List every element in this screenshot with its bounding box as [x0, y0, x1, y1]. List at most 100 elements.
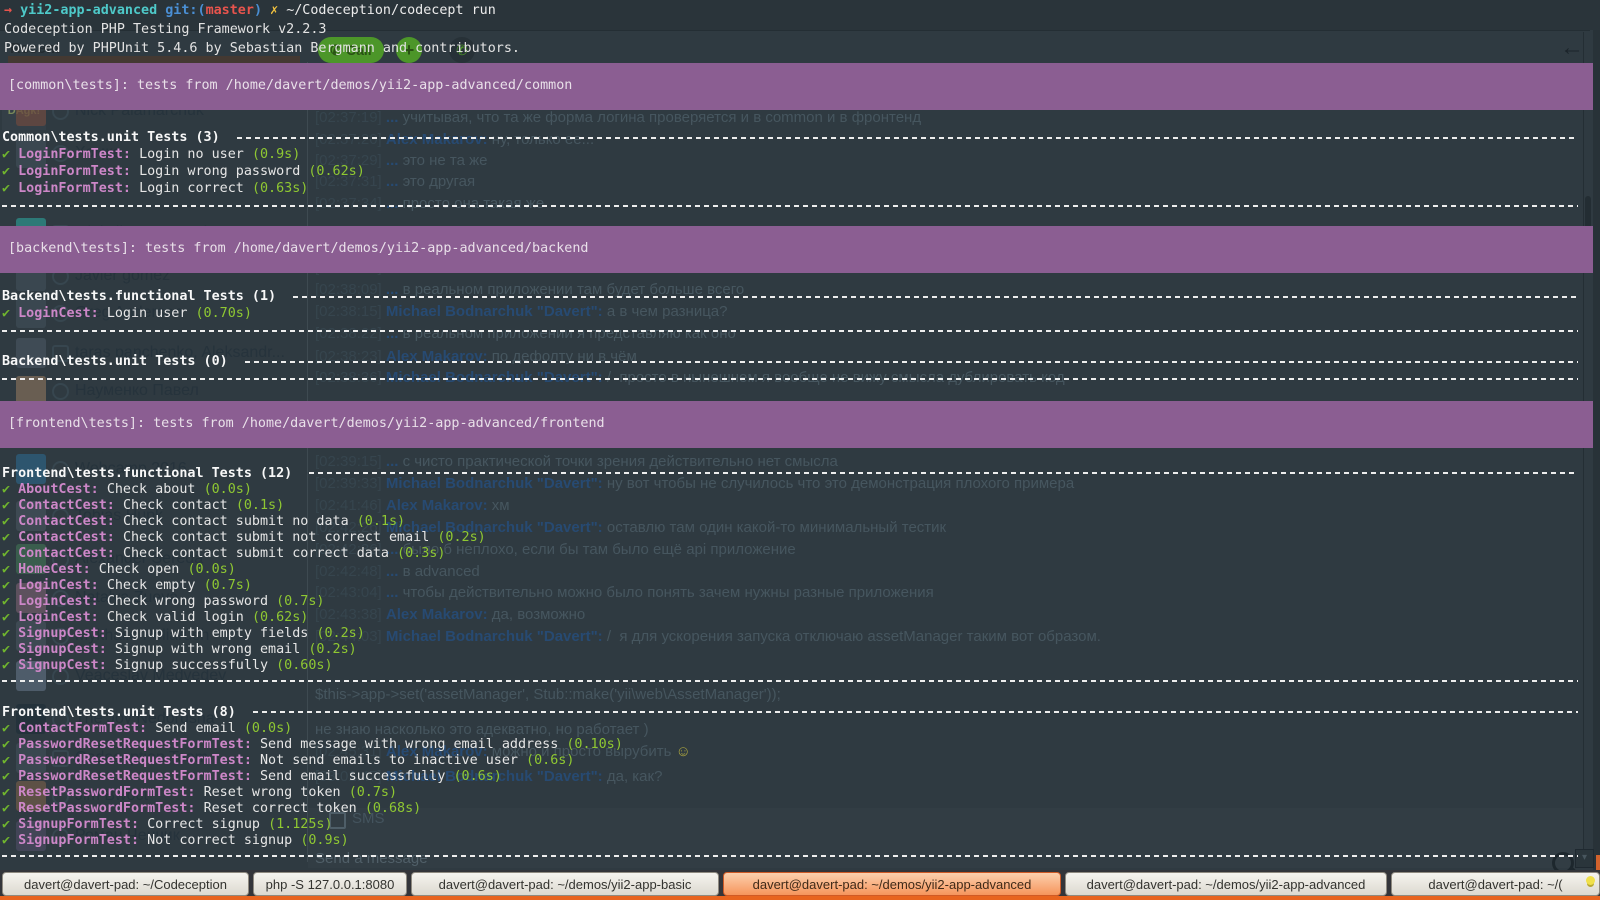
- check-icon: ✔: [2, 626, 18, 641]
- suite-path-banner: [backend\tests]: tests from /home/davert…: [0, 226, 1593, 273]
- test-description: Signup with wrong email: [115, 642, 308, 657]
- check-icon: ✔: [2, 737, 18, 752]
- check-icon: ✔: [2, 721, 18, 736]
- test-description: Check valid login: [107, 610, 252, 625]
- test-class-name: LoginCest:: [18, 610, 107, 625]
- test-description: Check contact: [123, 498, 236, 513]
- test-class-name: LoginCest:: [18, 594, 107, 609]
- test-class-name: ContactCest:: [18, 498, 123, 513]
- terminal-window: → yii2-app-advanced git:(master) ✗ ~/Cod…: [0, 0, 1600, 900]
- taskbar-window-button[interactable]: davert@davert-pad: ~/demos/yii2-app-adva…: [1065, 872, 1387, 896]
- check-icon: ✔: [2, 801, 18, 816]
- test-class-name: LoginCest:: [18, 306, 107, 321]
- test-class-name: PasswordResetRequestFormTest:: [18, 753, 260, 768]
- test-result-row: ✔ SignupCest: Signup with wrong email (0…: [2, 641, 357, 657]
- test-result-row: ✔ ContactCest: Check contact submit not …: [2, 529, 486, 545]
- test-description: Send email: [155, 721, 244, 736]
- test-description: Check open: [99, 562, 188, 577]
- test-class-name: LoginFormTest:: [18, 164, 139, 179]
- test-description: Login user: [107, 306, 196, 321]
- taskbar-window-button[interactable]: davert@davert-pad: ~/Codeception: [2, 872, 249, 896]
- suite-path-text: [common\tests]: tests from /home/davert/…: [8, 78, 572, 93]
- suite-path-text: [backend\tests]: tests from /home/davert…: [8, 241, 588, 256]
- test-duration: (0.60s): [276, 658, 332, 673]
- check-icon: ✔: [2, 562, 18, 577]
- test-class-name: PasswordResetRequestFormTest:: [18, 769, 260, 784]
- test-result-row: ✔ PasswordResetRequestFormTest: Send mes…: [2, 736, 623, 752]
- header-dashes: [237, 137, 1578, 139]
- test-description: Check contact submit correct data: [123, 546, 397, 561]
- test-duration: (0.63s): [252, 181, 308, 196]
- test-duration: (0.7s): [349, 785, 397, 800]
- test-duration: (0.0s): [244, 721, 292, 736]
- test-class-name: AboutCest:: [18, 482, 107, 497]
- test-description: Login no user: [139, 147, 252, 162]
- test-duration: (0.10s): [566, 737, 622, 752]
- test-class-name: ContactCest:: [18, 546, 123, 561]
- test-class-name: SignupFormTest:: [18, 817, 147, 832]
- test-description: Signup successfully: [115, 658, 276, 673]
- header-dashes: [309, 472, 1578, 474]
- test-duration: (0.1s): [236, 498, 284, 513]
- test-description: Login wrong password: [139, 164, 308, 179]
- suite-title: Frontend\tests.unit Tests (8): [2, 705, 244, 720]
- taskbar-window-button[interactable]: php -S 127.0.0.1:8080: [253, 872, 407, 896]
- section-separator-dashes: [2, 673, 1578, 689]
- test-duration: (0.0s): [204, 482, 252, 497]
- taskbar-bottom-strip: [0, 896, 1600, 900]
- taskbar-window-button[interactable]: davert@davert-pad: ~/demos/yii2-app-basi…: [411, 872, 719, 896]
- test-result-row: ✔ LoginCest: Check valid login (0.62s): [2, 609, 308, 625]
- check-icon: ✔: [2, 147, 18, 162]
- check-icon: ✔: [2, 753, 18, 768]
- test-description: Check about: [107, 482, 204, 497]
- shell-prompt-line: → yii2-app-advanced git:(master) ✗ ~/Cod…: [4, 2, 496, 19]
- taskbar-window-button[interactable]: davert@davert-pad: ~/(: [1391, 872, 1600, 896]
- suite-title: Common\tests.unit Tests (3): [2, 130, 228, 145]
- git-prefix: git:(: [165, 3, 205, 18]
- test-result-row: ✔ LoginCest: Login user (0.70s): [2, 305, 252, 322]
- suite-title: Frontend\tests.functional Tests (12): [2, 466, 300, 481]
- test-class-name: SignupCest:: [18, 626, 115, 641]
- test-duration: (0.70s): [196, 306, 252, 321]
- suite-header: Frontend\tests.unit Tests (8): [2, 704, 1578, 720]
- header-dashes: [293, 296, 1578, 298]
- test-description: Not send emails to inactive user: [260, 753, 526, 768]
- taskbar: davert@davert-pad: ~/Codeceptionphp -S 1…: [0, 870, 1600, 900]
- git-suffix: ): [254, 3, 262, 18]
- test-duration: (0.9s): [252, 147, 300, 162]
- test-result-row: ✔ SignupFormTest: Correct signup (1.125s…: [2, 816, 333, 832]
- test-duration: (0.3s): [397, 546, 445, 561]
- prompt-command: ~/Codeception/codecept run: [286, 3, 496, 18]
- test-class-name: ResetPasswordFormTest:: [18, 785, 203, 800]
- test-result-row: ✔ ContactCest: Check contact submit corr…: [2, 545, 445, 561]
- test-duration: (0.6s): [526, 753, 574, 768]
- git-dirty-icon: ✗: [270, 3, 278, 18]
- test-duration: (0.2s): [316, 626, 364, 641]
- taskbar-window-button[interactable]: davert@davert-pad: ~/demos/yii2-app-adva…: [723, 872, 1061, 896]
- check-icon: ✔: [2, 833, 18, 848]
- suite-title: Backend\tests.functional Tests (1): [2, 289, 284, 304]
- test-class-name: SignupFormTest:: [18, 833, 147, 848]
- check-icon: ✔: [2, 785, 18, 800]
- test-duration: (0.9s): [300, 833, 348, 848]
- suite-header: Backend\tests.unit Tests (0): [2, 353, 1578, 370]
- notification-bulb-icon[interactable]: [1586, 876, 1595, 885]
- test-description: Check empty: [107, 578, 204, 593]
- check-icon: ✔: [2, 530, 18, 545]
- phpunit-version-line: Powered by PHPUnit 5.4.6 by Sebastian Be…: [4, 40, 520, 56]
- test-class-name: LoginFormTest:: [18, 147, 139, 162]
- section-separator-dashes: [2, 197, 1578, 214]
- check-icon: ✔: [2, 658, 18, 673]
- test-result-row: ✔ LoginCest: Check empty (0.7s): [2, 577, 252, 593]
- test-duration: (0.2s): [437, 530, 485, 545]
- test-result-row: ✔ ContactFormTest: Send email (0.0s): [2, 720, 292, 736]
- prompt-arrow: →: [4, 3, 12, 18]
- test-duration: (0.62s): [252, 610, 308, 625]
- test-class-name: ContactFormTest:: [18, 721, 155, 736]
- suite-path-banner: [common\tests]: tests from /home/davert/…: [0, 63, 1593, 110]
- header-dashes: [253, 711, 1578, 713]
- test-description: Check contact submit not correct email: [123, 530, 437, 545]
- test-class-name: LoginFormTest:: [18, 181, 139, 196]
- test-class-name: ContactCest:: [18, 514, 123, 529]
- test-class-name: PasswordResetRequestFormTest:: [18, 737, 260, 752]
